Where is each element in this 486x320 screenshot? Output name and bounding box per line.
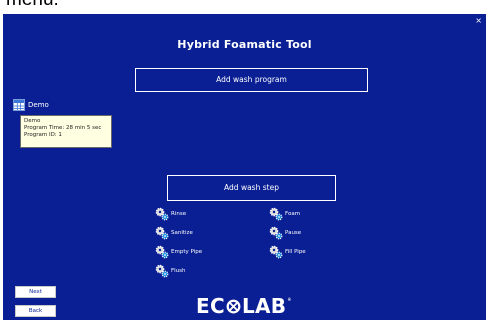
gears-icon	[269, 226, 283, 240]
tooltip-program-id: Program ID: 1	[24, 132, 62, 138]
tooltip-program-time: Program Time: 28 min 5 sec	[24, 125, 102, 131]
program-label: Demo	[28, 101, 49, 109]
gears-icon	[269, 245, 283, 259]
step-item-fill-pipe[interactable]: Fill Pipe	[269, 245, 306, 259]
next-button[interactable]: Next	[15, 286, 56, 298]
ecolab-logo: EC LAB ®	[196, 294, 292, 318]
program-item-demo[interactable]: Demo	[13, 98, 49, 112]
app-window: × Hybrid Foamatic Tool Add wash program …	[3, 14, 486, 320]
back-button[interactable]: Back	[15, 305, 56, 317]
gears-icon	[155, 226, 169, 240]
logo-suffix: LAB	[241, 294, 287, 318]
step-item-pause[interactable]: Pause	[269, 226, 301, 240]
page-title: Hybrid Foamatic Tool	[177, 38, 312, 51]
step-label: Empty Pipe	[171, 249, 203, 255]
gears-icon	[155, 207, 169, 221]
add-wash-step-button[interactable]: Add wash step	[167, 175, 336, 201]
step-item-rinse[interactable]: Rinse	[155, 207, 186, 221]
gears-icon	[155, 245, 169, 259]
logo-ring-icon	[226, 299, 241, 313]
page-caption: menu:	[0, 0, 486, 14]
add-wash-program-button[interactable]: Add wash program	[135, 68, 368, 92]
gears-icon	[269, 207, 283, 221]
step-label: Sanitize	[171, 230, 193, 236]
step-item-sanitize[interactable]: Sanitize	[155, 226, 193, 240]
logo-prefix: EC	[196, 294, 225, 318]
program-tooltip: Demo Program Time: 28 min 5 sec Program …	[20, 115, 112, 148]
step-item-foam[interactable]: Foam	[269, 207, 300, 221]
gears-icon	[155, 264, 169, 278]
trademark-symbol: ®	[287, 297, 292, 302]
close-icon[interactable]: ×	[475, 16, 482, 26]
step-label: Flush	[171, 268, 186, 274]
program-table-icon	[13, 99, 25, 111]
step-label: Foam	[285, 211, 301, 217]
step-item-flush[interactable]: Flush	[155, 264, 186, 278]
step-label: Fill Pipe	[285, 249, 306, 255]
tooltip-name: Demo	[24, 118, 41, 124]
step-item-empty-pipe[interactable]: Empty Pipe	[155, 245, 202, 259]
caption-text: menu:	[6, 0, 59, 10]
step-label: Pause	[285, 230, 302, 236]
step-label: Rinse	[171, 211, 187, 217]
